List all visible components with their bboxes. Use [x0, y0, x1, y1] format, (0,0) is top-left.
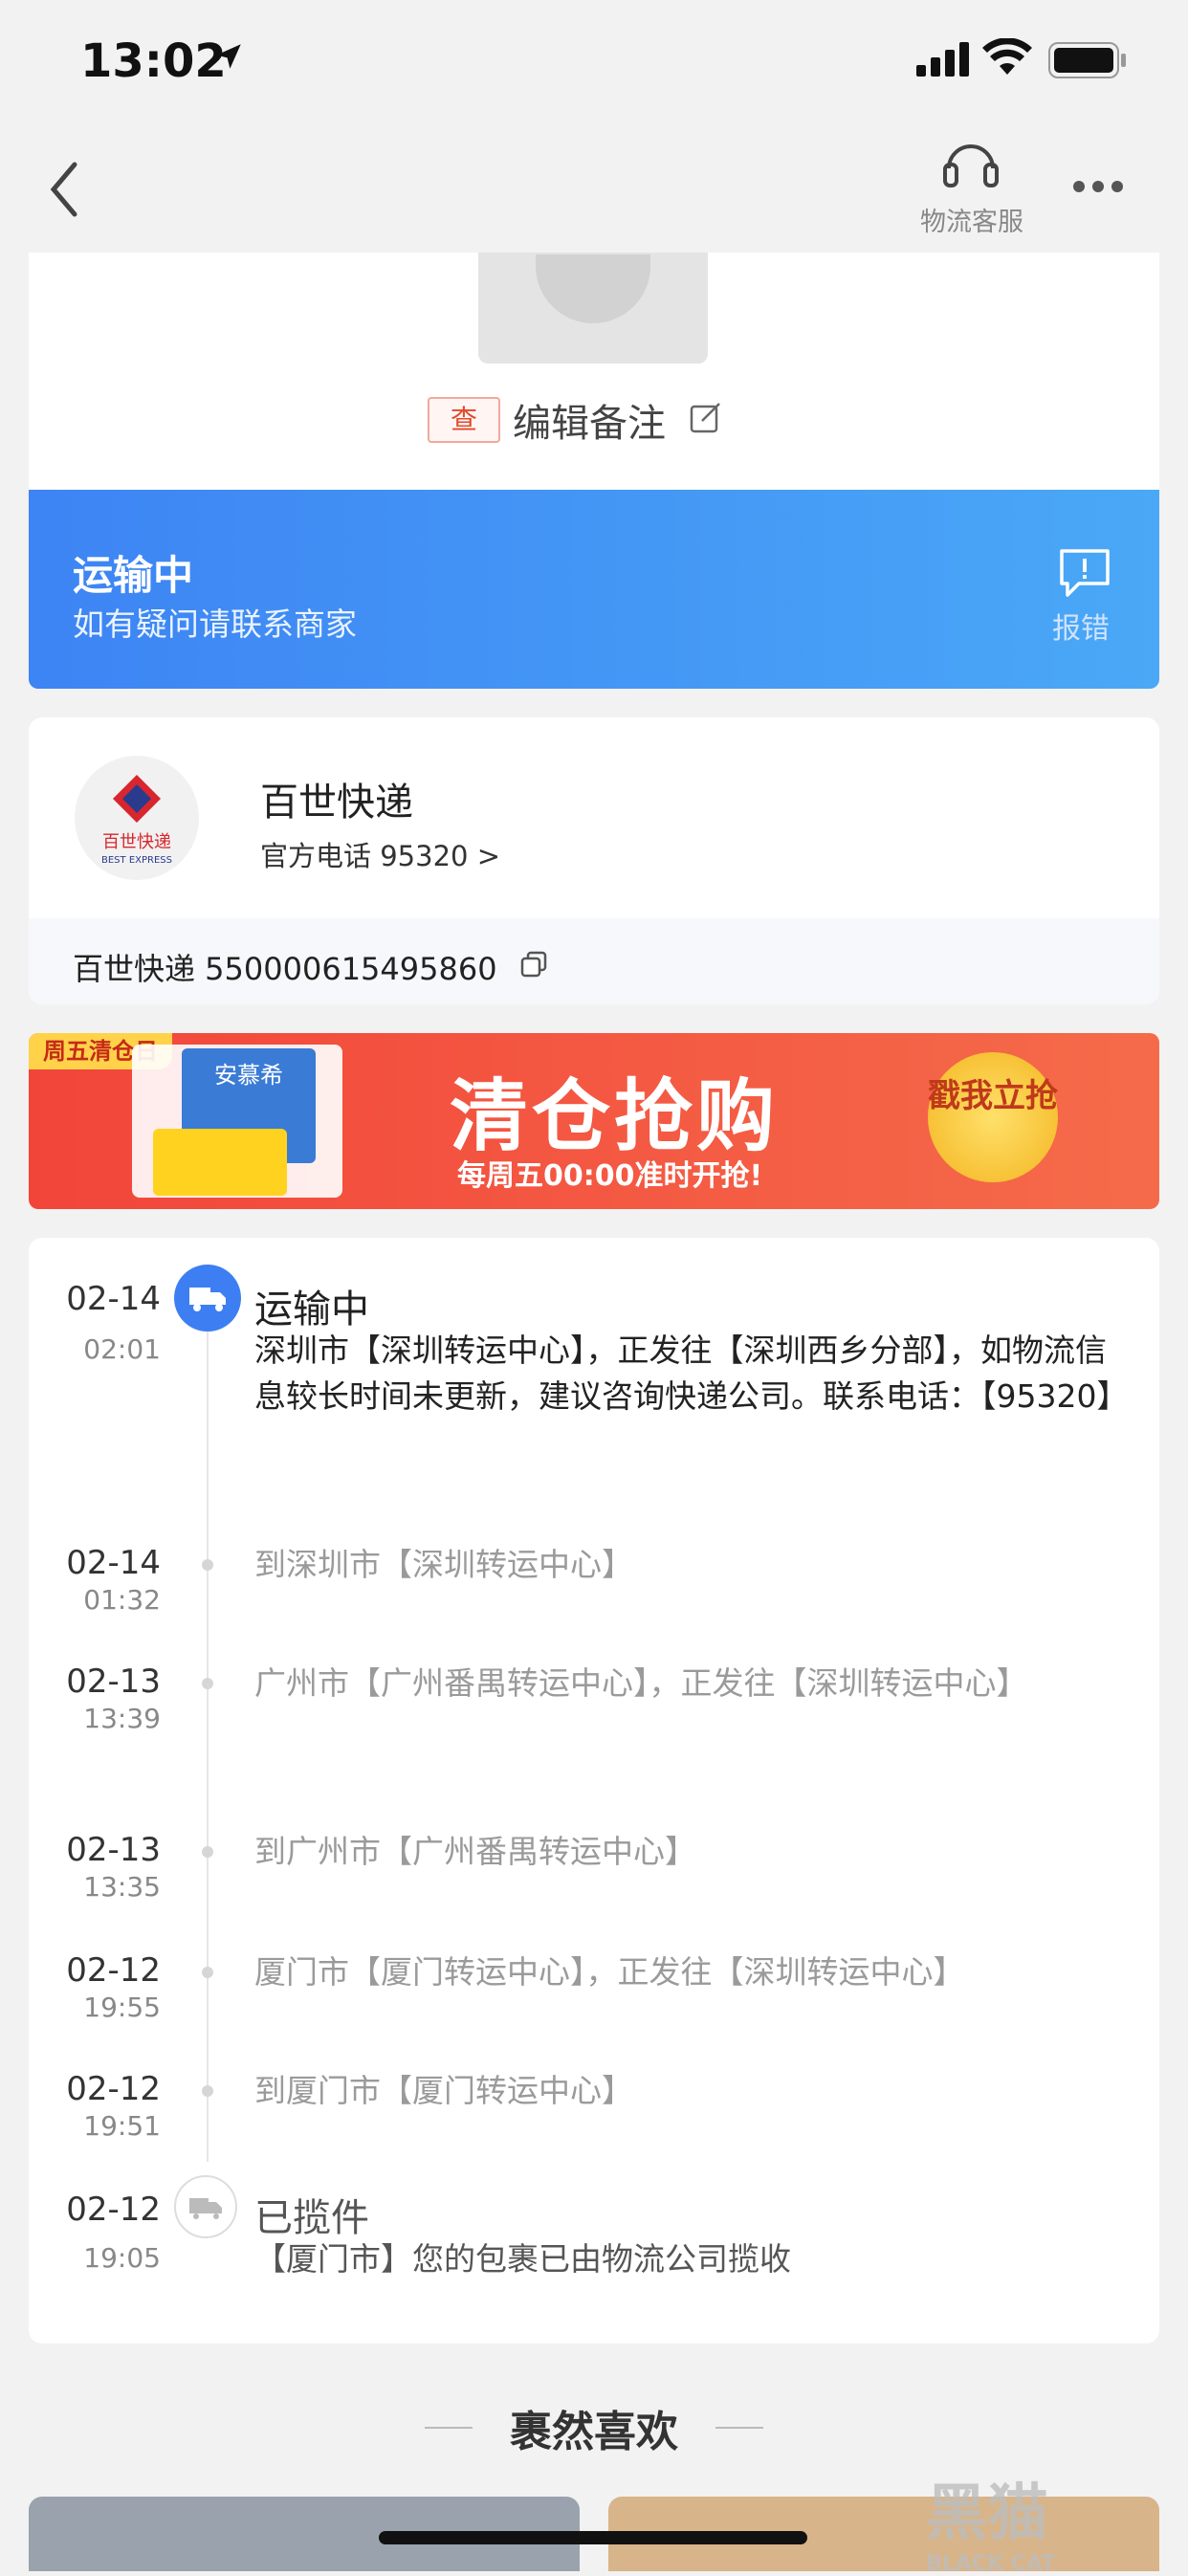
- ad-grab-button[interactable]: 戳我立抢: [928, 1052, 1058, 1182]
- report-error-icon[interactable]: [1058, 547, 1111, 599]
- location-arrow-icon: [216, 44, 241, 69]
- query-tag[interactable]: 查: [428, 397, 500, 443]
- event-date: 02-14: [66, 1280, 161, 1318]
- event-date: 02-12: [66, 2191, 161, 2229]
- customer-service-label[interactable]: 物流客服: [905, 201, 1039, 238]
- event-text: 【厦门市】您的包裹已由物流公司揽收: [254, 2240, 791, 2278]
- copy-icon[interactable]: [520, 951, 547, 978]
- status-time: 13:02: [80, 34, 227, 88]
- battery-icon: [1048, 42, 1126, 78]
- timeline-dot: [202, 2085, 213, 2097]
- recommend-title: 裹然喜欢: [510, 2408, 678, 2456]
- divider-right: [715, 2427, 763, 2429]
- event-time: 13:35: [83, 1871, 161, 1903]
- event-date: 02-13: [66, 1831, 161, 1869]
- event-text: 到广州市【广州番禺转运中心】: [254, 1833, 696, 1870]
- report-error-button[interactable]: 报错: [1052, 605, 1110, 647]
- ad-snack-image: [153, 1129, 287, 1196]
- event-time: 19:05: [83, 2242, 161, 2274]
- courier-logo: 百世快递 BEST EXPRESS: [75, 756, 199, 880]
- more-options-icon[interactable]: [1073, 178, 1131, 196]
- event-time: 19:51: [83, 2110, 161, 2142]
- tracking-number: 百世快递 550000615495860: [73, 951, 497, 987]
- package-picked-icon: [174, 2175, 237, 2238]
- timeline-dot: [202, 1559, 213, 1571]
- wifi-icon: [982, 38, 1032, 75]
- shipping-status: 运输中: [73, 552, 194, 599]
- home-indicator[interactable]: [379, 2531, 807, 2544]
- watermark-logo: 黑猫 BLACK CAT: [926, 2464, 1175, 2576]
- edit-note-button[interactable]: 编辑备注: [513, 392, 666, 448]
- event-time: 19:55: [83, 1992, 161, 2023]
- logo-en: BEST EXPRESS: [101, 855, 172, 866]
- timeline-line: [207, 1320, 209, 2162]
- event-date: 02-13: [66, 1662, 161, 1701]
- event-text: 到厦门市【厦门转运中心】: [254, 2072, 633, 2109]
- timeline-dot: [202, 1967, 213, 1978]
- event-date: 02-12: [66, 1951, 161, 1990]
- event-text: 到深圳市【深圳转运中心】: [254, 1546, 633, 1583]
- ad-brand: 安慕希: [214, 1062, 283, 1089]
- event-title: 已揽件: [254, 2196, 369, 2240]
- cellular-signal-icon: [916, 42, 969, 77]
- truck-icon: [174, 1265, 241, 1332]
- event-date: 02-14: [66, 1544, 161, 1582]
- event-text: 广州市【广州番禺转运中心】，正发往【深圳转运中心】: [254, 1664, 1028, 1702]
- event-text: 厦门市【厦门转运中心】，正发往【深圳转运中心】: [254, 1953, 965, 1991]
- shipping-hint: 如有疑问请联系商家: [73, 605, 357, 643]
- courier-name: 百世快递: [260, 781, 413, 825]
- timeline-dot: [202, 1846, 213, 1858]
- event-time: 01:32: [83, 1584, 161, 1616]
- event-time: 02:01: [83, 1333, 161, 1365]
- ad-title: 清仓抢购: [450, 1071, 780, 1162]
- courier-phone-link[interactable]: 官方电话 95320 >: [260, 834, 500, 874]
- shipping-status-banner: [29, 490, 1159, 689]
- event-date: 02-12: [66, 2070, 161, 2108]
- ad-subtitle: 每周五00:00准时开抢!: [457, 1159, 763, 1193]
- event-text: 深圳市【深圳转运中心】，正发往【深圳西乡分部】，如物流信息较长时间未更新，建议咨…: [254, 1332, 1129, 1415]
- watermark-text: 黑猫: [926, 2478, 1048, 2549]
- timeline-dot: [202, 1678, 213, 1689]
- event-time: 13:39: [83, 1703, 161, 1734]
- back-arrow-icon[interactable]: [46, 161, 84, 218]
- headset-icon[interactable]: [939, 134, 1002, 193]
- event-title: 运输中: [254, 1288, 369, 1332]
- logo-cn: 百世快递: [102, 832, 171, 852]
- edit-icon[interactable]: [689, 400, 723, 434]
- watermark-sub: BLACK CAT: [926, 2552, 1056, 2576]
